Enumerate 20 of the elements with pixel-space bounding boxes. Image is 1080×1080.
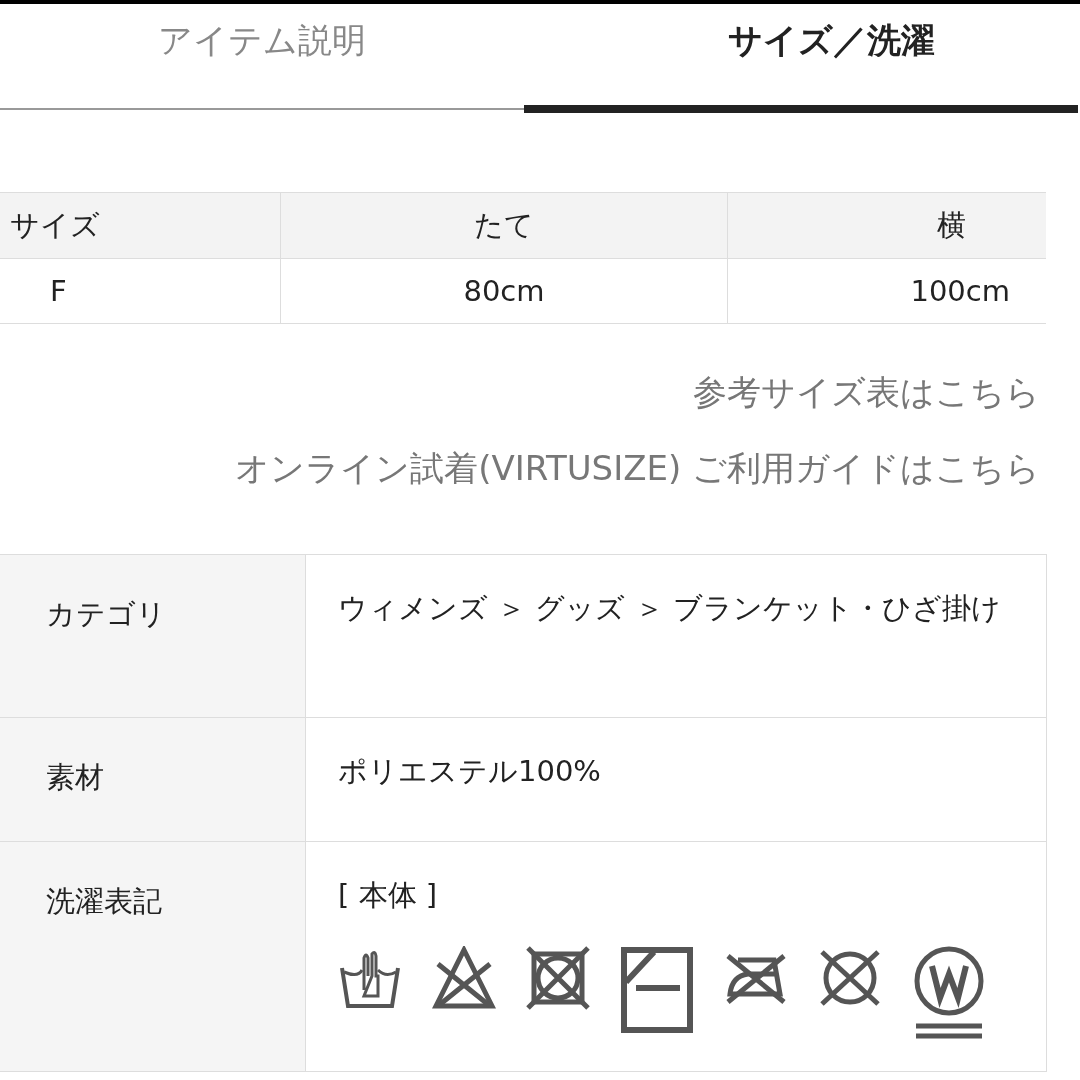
- detail-label: 素材: [0, 717, 305, 841]
- tab[interactable]: アイテム説明: [0, 4, 524, 108]
- table-cell: 100cm: [727, 258, 1046, 324]
- detail-label: カテゴリ: [0, 555, 305, 717]
- column-header: たて: [280, 192, 727, 258]
- wet-clean-icon: [912, 946, 986, 1041]
- detail-value: ポリエステル100%: [338, 753, 602, 790]
- detail-value: ウィメンズ ＞ グッズ ＞ ブランケット・ひざ掛け: [338, 590, 1002, 627]
- table-cell: F: [0, 258, 280, 324]
- detail-value: [ 本体 ]: [338, 877, 439, 914]
- detail-label: 洗濯表記: [0, 841, 305, 1071]
- link[interactable]: 参考サイズ表はこちら: [693, 370, 1040, 416]
- column-header: 横: [727, 192, 1046, 258]
- table-cell: 80cm: [280, 258, 727, 324]
- column-header: サイズ: [0, 192, 280, 258]
- no-bleach-icon: [432, 946, 496, 1011]
- tab[interactable]: サイズ／洗濯: [524, 4, 1078, 113]
- no-tumble-dry-icon: [526, 946, 590, 1011]
- link[interactable]: オンライン試着(VIRTUSIZE) ご利用ガイドはこちら: [235, 446, 1040, 492]
- shade-dry-icon: [620, 946, 694, 1035]
